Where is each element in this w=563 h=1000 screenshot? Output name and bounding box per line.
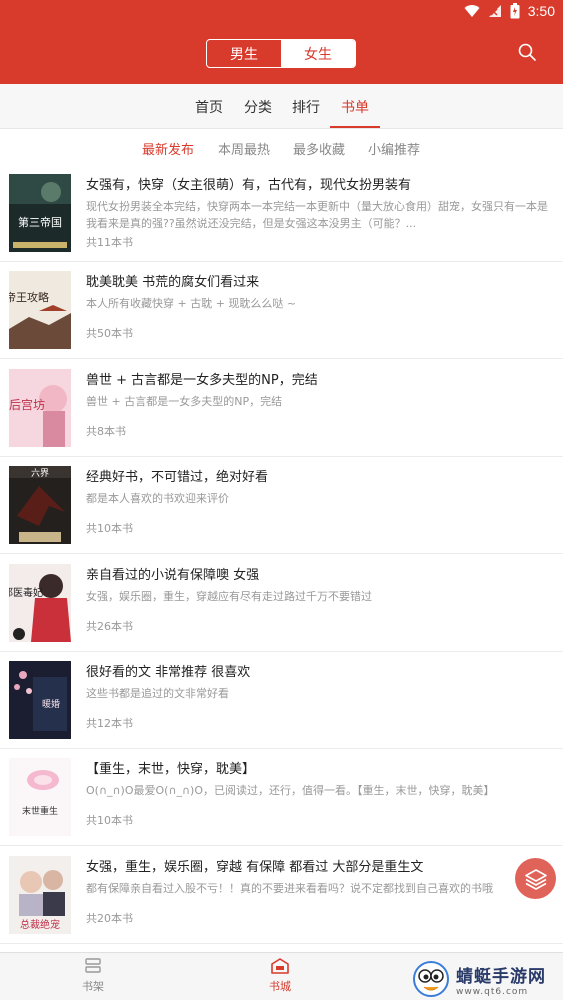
layers-icon (524, 868, 547, 890)
tab-ranking[interactable]: 排行 (292, 97, 320, 117)
svg-text:后宫坊: 后宫坊 (9, 397, 45, 412)
battery-icon (510, 3, 520, 19)
list-description: 兽世 + 古言都是一女多夫型的NP，完结 (86, 395, 283, 408)
book-cover: 后宫坊 (9, 369, 71, 447)
tab-category[interactable]: 分类 (244, 97, 272, 117)
tab-booklist[interactable]: 书单 (341, 97, 369, 117)
nav-shelf[interactable]: 书架 (82, 957, 104, 994)
list-book-count: 共10本书 (86, 522, 133, 535)
svg-text:总裁绝宠: 总裁绝宠 (20, 918, 60, 931)
list-description: 这些书都是追过的文非常好看 (86, 687, 229, 700)
wifi-icon (464, 5, 480, 18)
svg-text:暖婚: 暖婚 (42, 698, 60, 710)
svg-text:帝王攻略: 帝王攻略 (9, 290, 49, 304)
nav-store[interactable]: 书城 (269, 957, 291, 994)
book-cover: 暖婚 (9, 661, 71, 739)
book-cover: 六界 (9, 466, 71, 544)
app-header: 3:50 男生 女生 (0, 0, 563, 84)
list-book-count: 共20本书 (86, 912, 133, 925)
book-cover: 末世重生 (9, 758, 71, 836)
list-description: 女强，娱乐圈，重生，穿越应有尽有走过路过千万不要错过 (86, 590, 372, 603)
book-cover: 帝王攻略 (9, 271, 71, 349)
list-item[interactable]: 暖婚 很好看的文 非常推荐 很喜欢 这些书都是追过的文非常好看 共12本书 (0, 652, 563, 749)
dragonfly-logo-icon (413, 961, 449, 997)
bookshelf-icon (85, 958, 101, 973)
search-icon[interactable] (517, 42, 537, 62)
list-title: 【重生，末世，快穿，耽美】 (86, 762, 256, 777)
nav-store-label: 书城 (269, 980, 291, 993)
list-description: 现代女扮男装全本完结，快穿两本一本完结一本更新中（量大放心食用）甜宠，女强只有一… (86, 200, 548, 230)
list-item[interactable]: 末世重生 【重生，末世，快穿，耽美】 O(∩_∩)O最爱O(∩_∩)O，已阅读过… (0, 749, 563, 846)
book-cover: 总裁绝宠 (9, 856, 71, 934)
svg-text:末世重生: 末世重生 (22, 805, 58, 817)
list-book-count: 共12本书 (86, 717, 133, 730)
watermark-url: www.qt6.com (456, 986, 529, 997)
list-book-count: 共50本书 (86, 327, 133, 340)
list-item[interactable]: 帝王攻略 耽美耽美 书荒的腐女们看过来 本人所有收藏快穿 + 古耽 + 现耽么么… (0, 262, 563, 359)
nav-shelf-label: 书架 (82, 980, 104, 993)
gender-segment: 男生 女生 (206, 39, 356, 68)
list-item[interactable]: 总裁绝宠 女强，重生，娱乐圈，穿越 有保障 都看过 大部分是重生文 都有保障亲自… (0, 847, 563, 944)
status-bar: 3:50 (0, 0, 563, 26)
list-description: 都有保障亲自看过入股不亏！！真的不要进来看看吗？说不定都找到自己喜欢的书哦 (86, 882, 493, 895)
list-book-count: 共11本书 (86, 236, 133, 249)
list-book-count: 共26本书 (86, 620, 133, 633)
svg-text:邪医毒妃: 邪医毒妃 (9, 586, 43, 599)
list-description: 都是本人喜欢的书欢迎来评价 (86, 492, 229, 505)
list-title: 经典好书，不可错过，绝对好看 (86, 470, 269, 485)
list-item[interactable]: 后宫坊 兽世 + 古言都是一女多夫型的NP，完结 兽世 + 古言都是一女多夫型的… (0, 360, 563, 457)
list-book-count: 共8本书 (86, 425, 126, 438)
list-item[interactable]: 邪医毒妃 亲自看过的小说有保障噢 女强 女强，娱乐圈，重生，穿越应有尽有走过路过… (0, 555, 563, 652)
list-title: 亲自看过的小说有保障噢 女强 (86, 568, 260, 583)
list-title: 耽美耽美 书荒的腐女们看过来 (86, 275, 260, 290)
active-tab-indicator (330, 126, 380, 128)
list-title: 很好看的文 非常推荐 很喜欢 (86, 665, 251, 680)
site-watermark: 蜻蜓手游网 www.qt6.com (412, 958, 563, 1000)
list-book-count: 共10本书 (86, 814, 133, 827)
sub-tabs: 最新发布 本周最热 最多收藏 小编推荐 (0, 130, 563, 165)
watermark-title: 蜻蜓手游网 (456, 966, 546, 987)
svg-text:六界: 六界 (31, 467, 49, 479)
signal-icon (488, 5, 501, 17)
subtab-weekly-hot[interactable]: 本周最热 (218, 139, 270, 158)
subtab-most-favorited[interactable]: 最多收藏 (293, 139, 345, 158)
list-title: 女强，重生，娱乐圈，穿越 有保障 都看过 大部分是重生文 (86, 860, 424, 875)
list-title: 女强有，快穿（女主很萌）有，古代有，现代女扮男装有 (86, 178, 412, 193)
segment-female[interactable]: 女生 (281, 40, 355, 67)
list-description: O(∩_∩)O最爱O(∩_∩)O，已阅读过，还行，值得一看。【重生，末世，快穿，… (86, 784, 495, 797)
book-cover: 邪医毒妃 (9, 564, 71, 642)
list-description: 本人所有收藏快穿 + 古耽 + 现耽么么哒 ~ (86, 297, 297, 310)
list-item[interactable]: 六界 经典好书，不可错过，绝对好看 都是本人喜欢的书欢迎来评价 共10本书 (0, 457, 563, 554)
subtab-latest[interactable]: 最新发布 (142, 139, 194, 158)
svg-text:第三帝国: 第三帝国 (18, 215, 62, 229)
segment-male[interactable]: 男生 (207, 40, 281, 67)
main-tabs: 首页 分类 排行 书单 (0, 84, 563, 129)
list-title: 兽世 + 古言都是一女多夫型的NP，完结 (86, 373, 318, 388)
status-time: 3:50 (527, 3, 555, 19)
subtab-editor-picks[interactable]: 小编推荐 (368, 139, 420, 158)
layers-fab[interactable] (515, 858, 556, 899)
list-item[interactable]: 第三帝国 女强有，快穿（女主很萌）有，古代有，现代女扮男装有 现代女扮男装全本完… (0, 165, 563, 262)
bookstore-icon (271, 958, 289, 974)
book-cover: 第三帝国 (9, 174, 71, 252)
tab-home[interactable]: 首页 (195, 97, 223, 117)
